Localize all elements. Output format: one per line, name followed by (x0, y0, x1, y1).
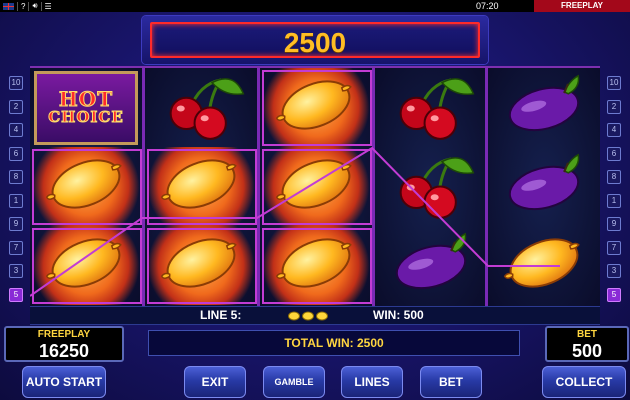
line-marker-5: 5 (607, 287, 621, 302)
divider (40, 1, 42, 11)
winning-symbol-frame (262, 228, 372, 304)
lemon-icon (288, 310, 300, 321)
line-marker-5: 5 (9, 287, 23, 302)
sound-icon[interactable]: 🔊︎ (32, 1, 37, 11)
reel-4-row-2-cell (375, 147, 487, 226)
winning-symbol-frame (262, 149, 372, 225)
line-marker-2: 2 (607, 99, 621, 114)
reel-2-row-1-cell (145, 68, 257, 147)
line-marker-9: 9 (607, 217, 621, 231)
divider (17, 1, 18, 11)
gamble-button[interactable]: GAMBLE (263, 366, 325, 398)
menu-icon[interactable]: ☰ (45, 2, 52, 11)
auto-start-button[interactable]: AUTO START (22, 366, 106, 398)
line-marker-3: 3 (9, 264, 23, 278)
plum-icon (498, 72, 590, 143)
uk-flag-icon[interactable] (3, 2, 14, 10)
line-marker-6: 6 (9, 146, 23, 161)
lines-button[interactable]: LINES (341, 366, 403, 398)
reel-separator (142, 68, 145, 306)
reel-4-row-1-cell (375, 68, 487, 147)
line-marker-10: 10 (607, 76, 621, 90)
reel-5-row-1-cell (488, 68, 600, 147)
winning-symbol-frame (147, 149, 257, 225)
line-marker-7: 7 (9, 240, 23, 255)
slot-game: ? 🔊︎ ☰ 07:20 FREEPLAY 2500 10 2 4 6 8 1 9 7 3 5 1… (0, 0, 630, 400)
line-marker-3: 3 (607, 264, 621, 278)
credit-label: FREEPLAY (37, 329, 91, 340)
collect-button[interactable]: COLLECT (542, 366, 626, 398)
status-bar: ? 🔊︎ ☰ 07:20 FREEPLAY (0, 0, 630, 12)
line-marker-2: 2 (9, 99, 23, 114)
reel-5-row-2-cell (488, 147, 600, 226)
line-marker-9: 9 (9, 217, 23, 231)
freeplay-mode-badge: FREEPLAY (534, 0, 630, 12)
status-icons: ? 🔊︎ ☰ (3, 0, 52, 12)
lemon-icon (302, 310, 314, 321)
divider (28, 1, 30, 11)
reel-separator (372, 68, 375, 306)
line-win-label: WIN: 500 (373, 308, 424, 322)
win-display: 2500 (142, 16, 488, 64)
hot-choice-title: HOT (58, 87, 114, 111)
line-marker-4: 4 (9, 123, 23, 137)
credit-panel: FREEPLAY 16250 (4, 326, 124, 362)
win-display-frame: 2500 (150, 22, 480, 58)
line-marker-7: 7 (607, 240, 621, 255)
winning-symbol-frame (147, 228, 257, 304)
hot-choice-icon: HOT CHOICE (34, 70, 138, 145)
plum-icon (385, 230, 477, 301)
bet-value: 500 (571, 341, 603, 361)
hot-choice-subtitle: CHOICE (48, 108, 124, 126)
clock: 07:20 (476, 1, 499, 11)
info-bar: LINE 5: WIN: 500 (30, 306, 600, 325)
reel-separator (485, 68, 488, 306)
cherry-icon (385, 70, 477, 145)
line-marker-8: 8 (9, 170, 23, 184)
winning-symbol-frame (32, 228, 142, 304)
reel-4 (375, 68, 487, 306)
lemon-icon (498, 230, 590, 301)
credit-value: 16250 (38, 341, 90, 361)
plum-icon (498, 151, 590, 222)
winning-symbol-frame (32, 149, 142, 225)
winning-symbol-frame (262, 70, 372, 146)
reel-4-row-3-cell (375, 226, 487, 305)
line-marker-8: 8 (607, 170, 621, 184)
exit-button[interactable]: EXIT (184, 366, 246, 398)
line-marker-10: 10 (9, 76, 23, 90)
reels-area: HOT CHOICE (30, 66, 600, 306)
reel-5 (488, 68, 600, 306)
line-marker-1: 1 (607, 193, 621, 208)
reel-separator (257, 68, 260, 306)
line-marker-4: 4 (607, 123, 621, 137)
cherry-icon (385, 149, 477, 224)
bet-button[interactable]: BET (420, 366, 482, 398)
winning-line-label: LINE 5: (200, 308, 242, 322)
lemon-icon (316, 310, 328, 321)
bet-label: BET (577, 329, 597, 340)
cherry-icon (155, 70, 247, 145)
reel-1-row-1-cell: HOT CHOICE (30, 68, 142, 147)
line-marker-1: 1 (9, 193, 23, 208)
total-win: TOTAL WIN: 2500 (148, 330, 520, 356)
win-amount: 2500 (283, 27, 347, 58)
help-icon[interactable]: ? (21, 2, 25, 11)
line-marker-6: 6 (607, 146, 621, 161)
reel-5-row-3-cell (488, 226, 600, 305)
bet-panel: BET 500 (545, 326, 629, 362)
